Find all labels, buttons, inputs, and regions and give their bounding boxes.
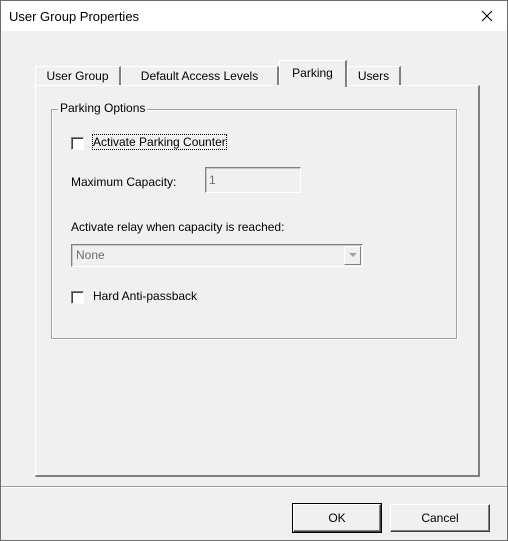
parking-options-group: Parking Options Activate Parking Counter…: [51, 101, 457, 339]
parking-tab-panel: Parking Options Activate Parking Counter…: [35, 85, 480, 477]
chevron-down-icon: [348, 253, 357, 257]
close-icon: [481, 10, 493, 22]
ok-button[interactable]: OK: [292, 503, 382, 533]
maximum-capacity-field[interactable]: 1: [205, 167, 301, 193]
ok-button-label: OK: [328, 511, 346, 525]
hard-antipassback-checkbox[interactable]: [71, 291, 84, 304]
tab-users[interactable]: Users: [347, 66, 401, 86]
tab-label: Parking: [292, 66, 333, 80]
tab-label: User Group: [46, 69, 109, 83]
footer-separator: [1, 486, 507, 488]
cancel-button-label: Cancel: [421, 511, 459, 525]
tab-label: Default Access Levels: [140, 69, 259, 83]
tab-user-group[interactable]: User Group: [35, 66, 121, 86]
relay-select[interactable]: None: [71, 244, 363, 267]
activate-parking-counter-checkbox[interactable]: [71, 137, 84, 150]
dialog-window: User Group Properties User Group Default…: [0, 0, 508, 541]
tab-label: Users: [357, 69, 390, 83]
close-button[interactable]: [467, 1, 507, 31]
relay-label: Activate relay when capacity is reached:: [71, 220, 285, 234]
activate-parking-counter-label[interactable]: Activate Parking Counter: [92, 134, 227, 150]
tab-parking[interactable]: Parking: [279, 60, 347, 87]
relay-selected-value: None: [76, 248, 105, 262]
tab-default-access-levels[interactable]: Default Access Levels: [121, 66, 279, 86]
maximum-capacity-label: Maximum Capacity:: [71, 175, 177, 189]
cancel-button[interactable]: Cancel: [390, 504, 490, 532]
maximum-capacity-value: 1: [209, 173, 216, 187]
window-title: User Group Properties: [9, 9, 140, 24]
group-title: Parking Options: [58, 101, 148, 115]
hard-antipassback-label[interactable]: Hard Anti-passback: [93, 289, 197, 303]
title-bar[interactable]: User Group Properties: [1, 1, 507, 31]
dropdown-button[interactable]: [344, 246, 361, 265]
